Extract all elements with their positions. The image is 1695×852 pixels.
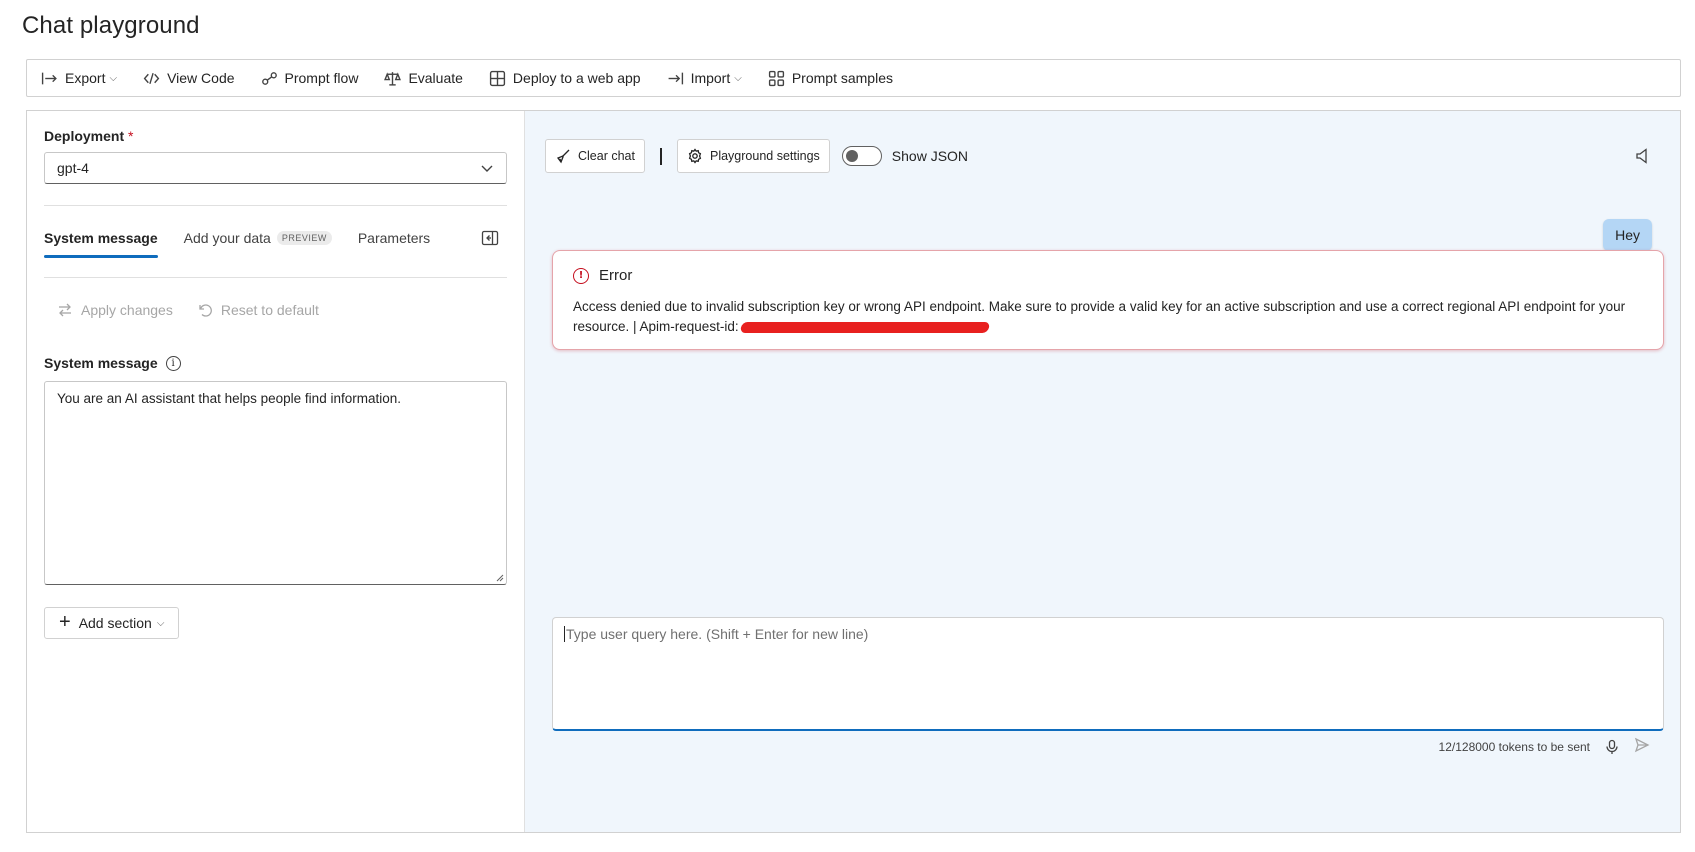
export-icon bbox=[41, 72, 57, 84]
setup-panel: Deployment * gpt-4 System message Add yo… bbox=[27, 111, 525, 832]
tab-label: System message bbox=[44, 230, 158, 246]
export-button[interactable]: Export ⌵ bbox=[41, 70, 117, 87]
tab-add-your-data[interactable]: Add your data PREVIEW bbox=[184, 230, 332, 256]
chevron-down-icon: ⌵ bbox=[156, 617, 165, 629]
chevron-down-icon: ⌵ bbox=[734, 72, 742, 84]
error-text: Access denied due to invalid subscriptio… bbox=[573, 297, 1643, 337]
system-message-label-text: System message bbox=[44, 355, 158, 371]
system-message-label: System message i bbox=[44, 355, 181, 371]
divider bbox=[44, 277, 507, 278]
clear-chat-label: Clear chat bbox=[578, 149, 635, 163]
redaction-mark bbox=[739, 321, 990, 333]
scale-icon bbox=[384, 71, 402, 86]
deployment-label: Deployment * bbox=[44, 128, 133, 144]
undo-icon bbox=[199, 304, 212, 317]
preview-badge: PREVIEW bbox=[276, 231, 332, 245]
clear-chat-button[interactable]: Clear chat bbox=[545, 139, 645, 173]
error-icon: ! bbox=[573, 267, 589, 284]
code-icon bbox=[143, 72, 160, 84]
tab-label: Add your data bbox=[183, 230, 271, 246]
system-message-textarea[interactable]: You are an AI assistant that helps peopl… bbox=[44, 381, 507, 585]
deployment-label-text: Deployment bbox=[44, 128, 125, 144]
token-count: 12/128000 tokens to be sent bbox=[1438, 739, 1590, 754]
chat-panel: Clear chat Playground settings Show JSON… bbox=[525, 111, 1680, 832]
user-query-input[interactable]: Type user query here. (Shift + Enter for… bbox=[552, 617, 1664, 731]
deploy-web-app-label: Deploy to a web app bbox=[512, 70, 641, 86]
export-label: Export bbox=[65, 70, 106, 86]
resize-handle-icon[interactable] bbox=[494, 572, 504, 582]
top-toolbar: Export ⌵ View Code Prompt flow Evaluate … bbox=[26, 59, 1681, 97]
token-status-row: 12/128000 tokens to be sent bbox=[1439, 737, 1650, 756]
grid-icon bbox=[768, 70, 784, 86]
deployment-dropdown[interactable]: gpt-4 bbox=[44, 152, 507, 184]
tab-label: Parameters bbox=[357, 230, 431, 246]
error-message-card: ! Error Access denied due to invalid sub… bbox=[552, 250, 1664, 350]
toolbar-separator bbox=[659, 147, 662, 165]
error-header: ! Error bbox=[573, 267, 1643, 284]
page-title: Chat playground bbox=[22, 12, 200, 39]
import-icon bbox=[668, 72, 683, 84]
deploy-icon bbox=[489, 70, 506, 86]
add-section-label: Add section bbox=[78, 615, 152, 631]
prompt-flow-button[interactable]: Prompt flow bbox=[261, 70, 359, 87]
required-marker: * bbox=[128, 128, 134, 144]
view-code-button[interactable]: View Code bbox=[143, 70, 235, 87]
apply-changes-label: Apply changes bbox=[81, 302, 173, 318]
broom-icon bbox=[556, 149, 570, 164]
flow-icon bbox=[261, 71, 277, 85]
user-message-bubble: Hey bbox=[1603, 219, 1652, 251]
evaluate-button[interactable]: Evaluate bbox=[384, 70, 463, 87]
error-message: Access denied due to invalid subscriptio… bbox=[573, 299, 1626, 334]
divider bbox=[44, 205, 507, 206]
query-placeholder: Type user query here. (Shift + Enter for… bbox=[564, 626, 869, 642]
playground-settings-label: Playground settings bbox=[709, 149, 820, 163]
chat-toolbar: Clear chat Playground settings Show JSON bbox=[545, 139, 968, 173]
collapse-panel-icon[interactable] bbox=[481, 229, 499, 247]
reset-default-label: Reset to default bbox=[220, 302, 319, 318]
chevron-down-icon bbox=[481, 165, 493, 172]
view-code-label: View Code bbox=[167, 70, 235, 86]
system-message-text: You are an AI assistant that helps peopl… bbox=[57, 391, 401, 406]
prompt-samples-button[interactable]: Prompt samples bbox=[768, 70, 893, 87]
deploy-web-app-button[interactable]: Deploy to a web app bbox=[489, 70, 641, 87]
error-title: Error bbox=[599, 267, 633, 284]
reset-default-button[interactable]: Reset to default bbox=[197, 302, 319, 318]
send-button[interactable] bbox=[1634, 737, 1650, 756]
prompt-flow-label: Prompt flow bbox=[284, 70, 359, 86]
info-icon[interactable]: i bbox=[165, 355, 181, 371]
playground-settings-button[interactable]: Playground settings bbox=[676, 139, 830, 173]
add-section-button[interactable]: + Add section ⌵ bbox=[44, 607, 180, 639]
plus-icon: + bbox=[59, 611, 71, 633]
apply-changes-button[interactable]: Apply changes bbox=[57, 302, 173, 318]
chevron-down-icon: ⌵ bbox=[109, 72, 118, 84]
setup-tabs: System message Add your data PREVIEW Par… bbox=[44, 230, 430, 258]
show-json-label: Show JSON bbox=[891, 148, 969, 164]
gear-icon bbox=[688, 148, 702, 164]
speaker-icon[interactable] bbox=[1634, 147, 1652, 165]
import-label: Import bbox=[690, 70, 731, 86]
deployment-value: gpt-4 bbox=[57, 160, 89, 176]
evaluate-label: Evaluate bbox=[408, 70, 463, 86]
import-button[interactable]: Import ⌵ bbox=[667, 70, 742, 87]
tab-parameters[interactable]: Parameters bbox=[358, 230, 430, 256]
show-json-toggle[interactable] bbox=[841, 146, 882, 166]
playground-body: Deployment * gpt-4 System message Add yo… bbox=[26, 110, 1681, 833]
tab-system-message[interactable]: System message bbox=[44, 230, 158, 258]
send-icon bbox=[1634, 737, 1650, 753]
microphone-icon[interactable] bbox=[1604, 739, 1620, 755]
swap-arrows-icon bbox=[59, 303, 71, 317]
system-message-actions: Apply changes Reset to default bbox=[57, 302, 319, 318]
prompt-samples-label: Prompt samples bbox=[791, 70, 893, 86]
